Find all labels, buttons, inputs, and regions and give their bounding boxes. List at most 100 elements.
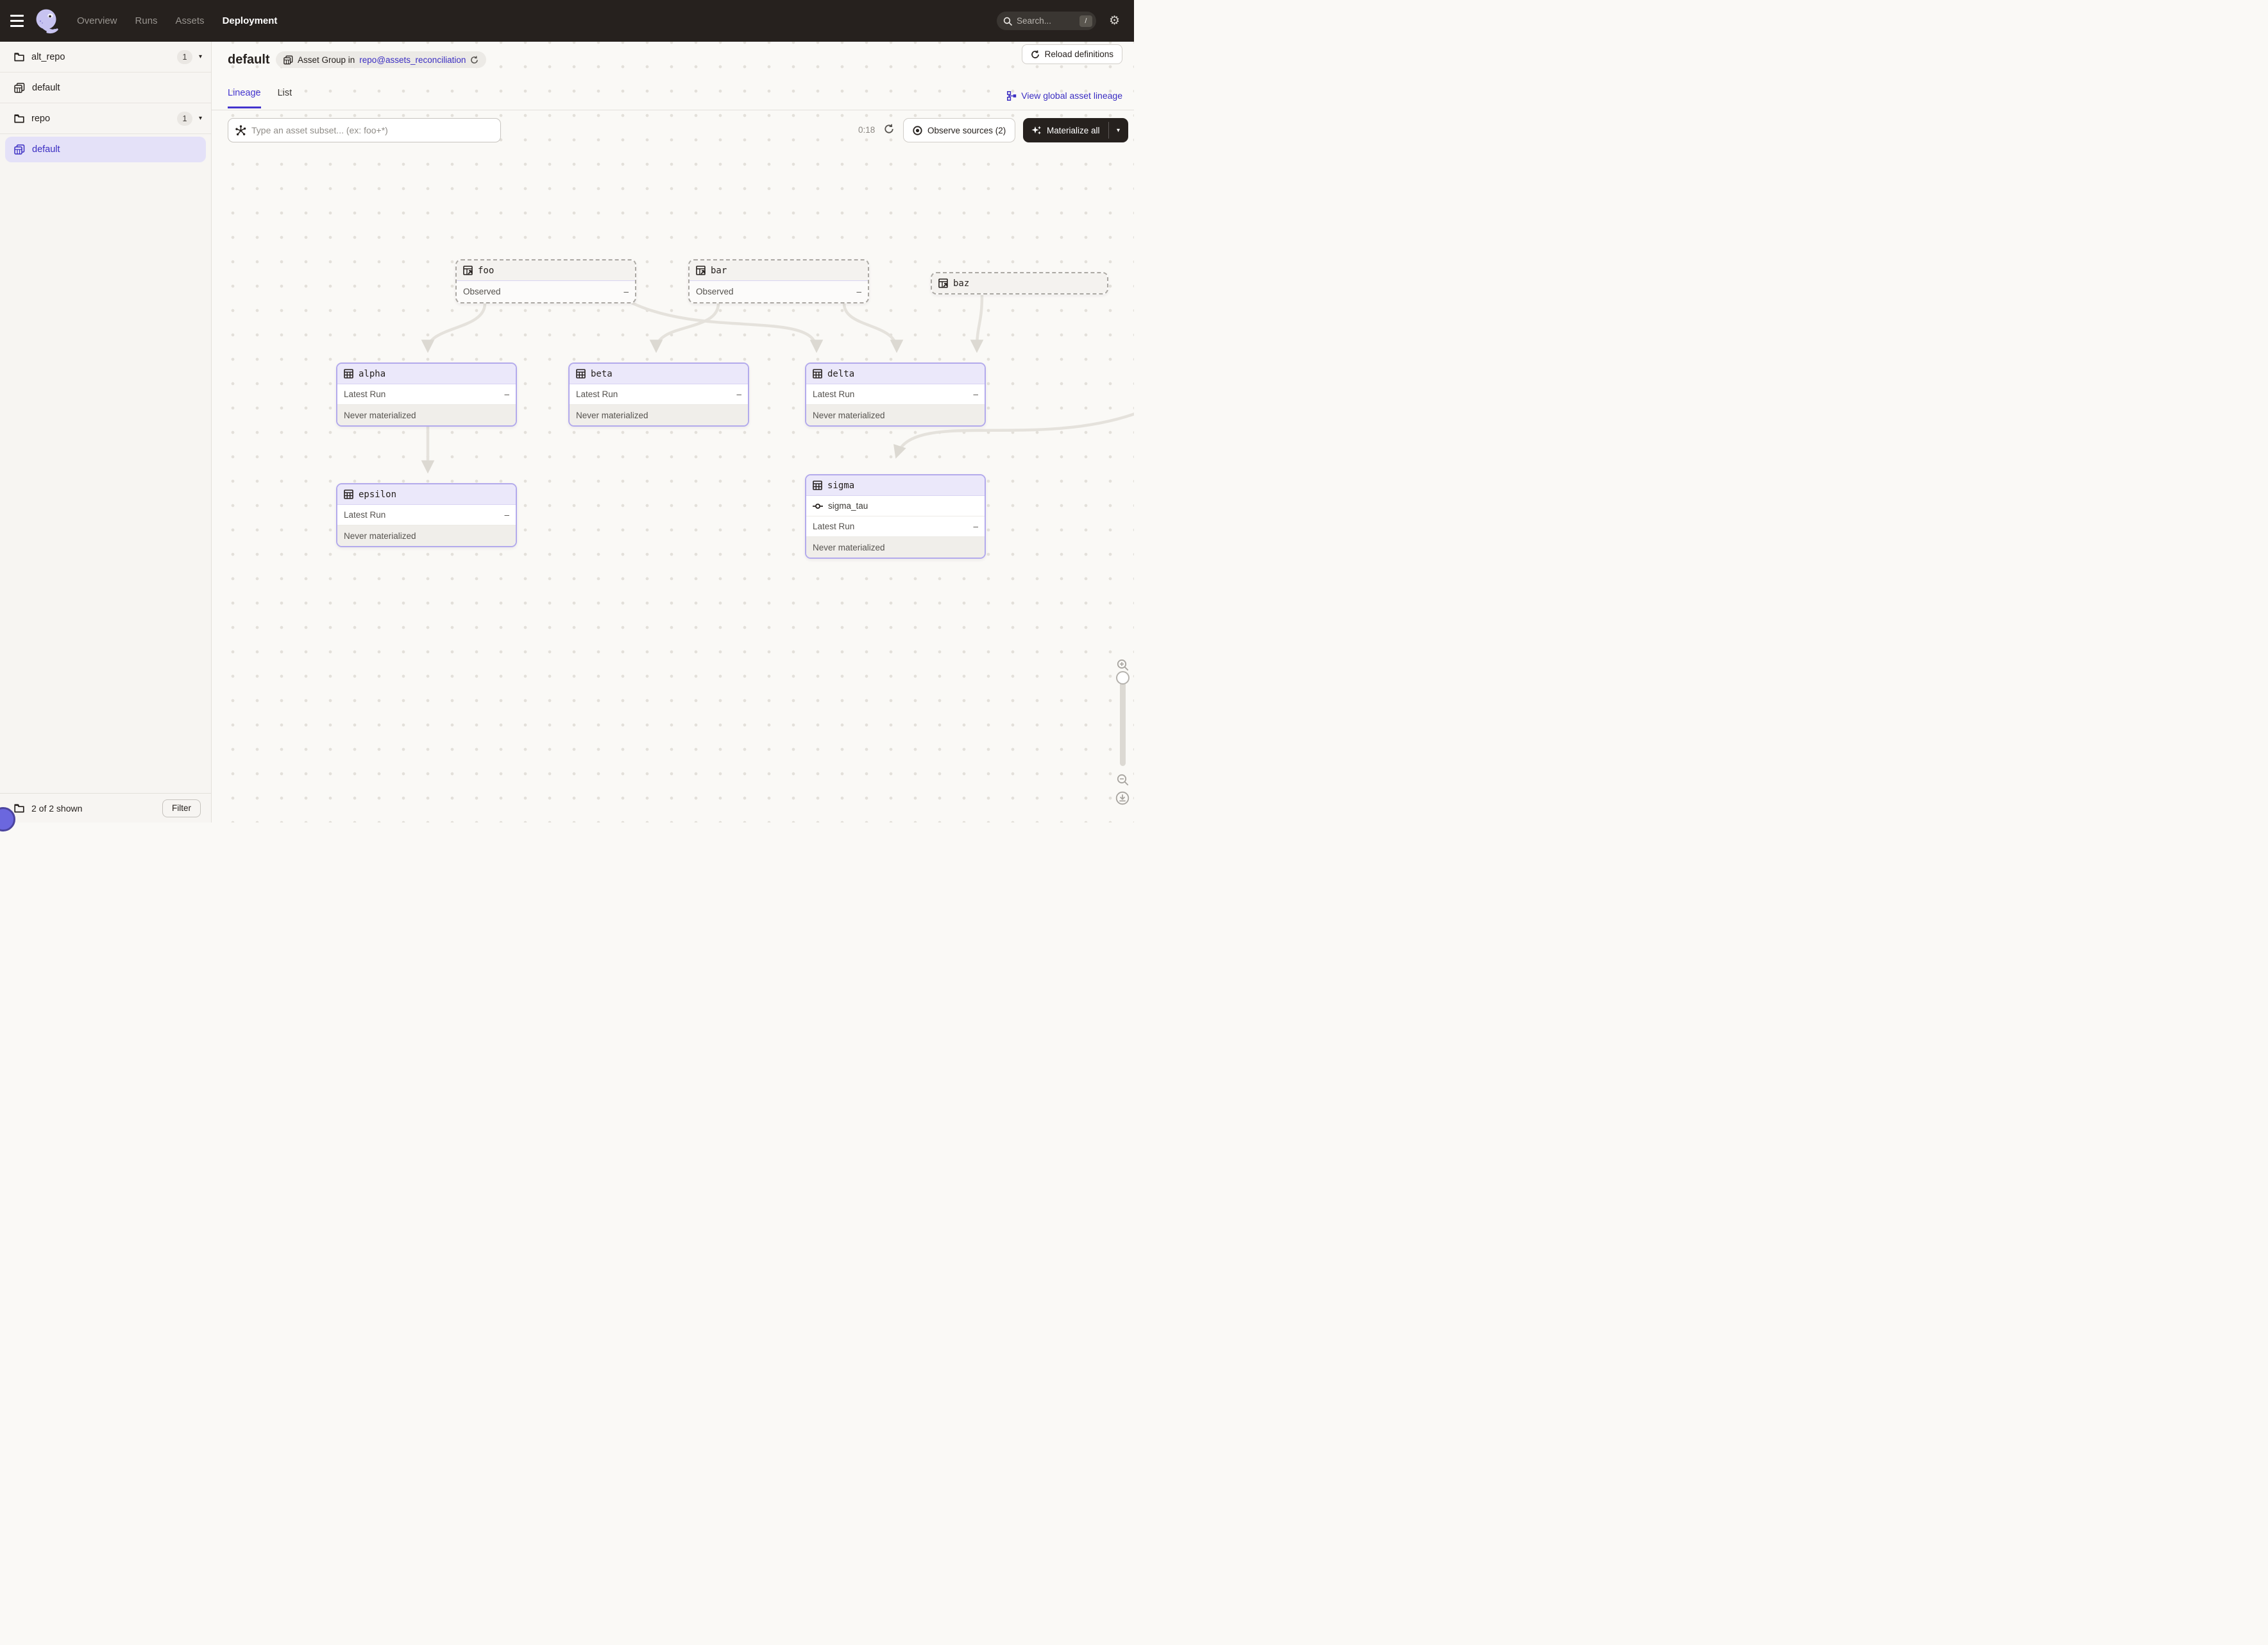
latest-run-value: – bbox=[504, 510, 509, 520]
materialization-status: Never materialized bbox=[570, 405, 748, 425]
nav-item-deployment[interactable]: Deployment bbox=[223, 15, 278, 26]
materialization-status: Never materialized bbox=[806, 537, 985, 558]
observed-value: – bbox=[856, 287, 861, 296]
asset-group-tag-prefix: Asset Group in bbox=[298, 55, 355, 65]
shown-count-label: 2 of 2 shown bbox=[31, 803, 162, 814]
edge-foo-delta bbox=[632, 303, 817, 350]
graph-zoom-controls bbox=[1114, 656, 1131, 808]
observed-label: Observed bbox=[696, 287, 734, 296]
materialization-status: Never materialized bbox=[337, 405, 516, 425]
sidebar-item-default-altrepo[interactable]: default bbox=[0, 72, 211, 103]
tab-list[interactable]: List bbox=[278, 88, 292, 108]
materialize-all-main[interactable]: Materialize all bbox=[1023, 118, 1108, 142]
observe-eye-icon bbox=[913, 126, 922, 135]
asset-count-badge: 1 bbox=[177, 50, 192, 64]
observe-sources-button[interactable]: Observe sources (2) bbox=[903, 118, 1015, 142]
table-asset-icon bbox=[813, 481, 822, 490]
refresh-icon[interactable] bbox=[470, 56, 478, 64]
lineage-graph-icon bbox=[1007, 91, 1017, 101]
nav-links: Overview Runs Assets Deployment bbox=[77, 15, 277, 26]
zoom-out-icon[interactable] bbox=[1117, 774, 1129, 786]
latest-run-label: Latest Run bbox=[813, 389, 854, 399]
asset-subset-input[interactable]: Type an asset subset... (ex: foo+*) bbox=[228, 118, 501, 142]
settings-gear-icon[interactable]: ⚙ bbox=[1109, 15, 1120, 27]
code-location-sidebar: alt_repo 1 ▾ default repo 1 ▾ default bbox=[0, 42, 212, 822]
asset-group-tag: Asset Group in repo@assets_reconciliatio… bbox=[276, 51, 486, 68]
table-asset-icon bbox=[344, 369, 353, 379]
observed-value: – bbox=[623, 287, 629, 296]
latest-run-value: – bbox=[504, 389, 509, 399]
hamburger-menu-icon[interactable] bbox=[0, 0, 30, 42]
tab-lineage[interactable]: Lineage bbox=[228, 88, 261, 108]
source-asset-icon bbox=[463, 266, 473, 275]
zoom-in-icon[interactable] bbox=[1117, 659, 1129, 671]
source-asset-icon bbox=[938, 278, 948, 288]
repo-location-link[interactable]: repo@assets_reconciliation bbox=[359, 55, 466, 65]
search-shortcut-key: / bbox=[1079, 15, 1092, 27]
folder-icon bbox=[14, 114, 24, 123]
nav-item-overview[interactable]: Overview bbox=[77, 15, 117, 26]
latest-run-label: Latest Run bbox=[576, 389, 618, 399]
sidebar-footer: 2 of 2 shown Filter bbox=[0, 793, 211, 822]
sidebar-item-default-repo-selected[interactable]: default bbox=[0, 134, 211, 165]
group-header: default Asset Group in repo@assets_recon… bbox=[212, 42, 1134, 110]
edge-foo-alpha bbox=[428, 303, 485, 350]
asset-node-beta[interactable]: beta Latest Run – Never materialized bbox=[568, 362, 749, 427]
edge-baz-delta bbox=[977, 295, 982, 350]
chevron-down-icon[interactable]: ▾ bbox=[199, 115, 202, 122]
materialization-status: Never materialized bbox=[337, 525, 516, 546]
asset-selection-icon bbox=[235, 125, 246, 136]
asset-group-icon bbox=[14, 83, 25, 93]
zoom-slider-track[interactable] bbox=[1120, 676, 1126, 766]
asset-check-label: sigma_tau bbox=[828, 501, 868, 511]
table-asset-icon bbox=[576, 369, 586, 379]
table-asset-icon bbox=[813, 369, 822, 379]
sidebar-item-repo[interactable]: repo 1 ▾ bbox=[0, 103, 211, 134]
asset-node-bar[interactable]: bar Observed – bbox=[688, 259, 869, 303]
sidebar-item-alt-repo[interactable]: alt_repo 1 ▾ bbox=[0, 42, 211, 72]
asset-group-icon bbox=[14, 144, 25, 155]
materialize-options-caret[interactable]: ▾ bbox=[1109, 118, 1128, 142]
asset-node-baz[interactable]: baz bbox=[931, 272, 1108, 294]
asset-check-icon bbox=[813, 503, 823, 509]
edge-bar-beta bbox=[656, 303, 718, 350]
asset-node-alpha[interactable]: alpha Latest Run – Never materialized bbox=[336, 362, 517, 427]
asset-check-row[interactable]: sigma_tau bbox=[806, 496, 985, 516]
filter-button[interactable]: Filter bbox=[162, 799, 201, 817]
asset-node-sigma[interactable]: sigma sigma_tau Latest Run – Never mater… bbox=[805, 474, 986, 559]
reload-definitions-button[interactable]: Reload definitions bbox=[1022, 44, 1122, 64]
search-input[interactable]: Search... / bbox=[997, 12, 1096, 30]
view-tabs: Lineage List bbox=[228, 88, 292, 108]
folder-icon bbox=[14, 804, 24, 813]
view-global-asset-lineage-link[interactable]: View global asset lineage bbox=[1007, 90, 1122, 101]
refresh-icon bbox=[1031, 50, 1040, 59]
latest-run-label: Latest Run bbox=[344, 389, 385, 399]
source-asset-icon bbox=[696, 266, 706, 275]
chevron-down-icon[interactable]: ▾ bbox=[199, 53, 202, 60]
refresh-countdown: 0:18 bbox=[858, 125, 875, 135]
nav-item-assets[interactable]: Assets bbox=[176, 15, 205, 26]
latest-run-value: – bbox=[736, 389, 741, 399]
asset-lineage-main: default Asset Group in repo@assets_recon… bbox=[212, 42, 1134, 822]
table-asset-icon bbox=[344, 490, 353, 499]
materialization-status: Never materialized bbox=[806, 405, 985, 425]
asset-node-epsilon[interactable]: epsilon Latest Run – Never materialized bbox=[336, 483, 517, 547]
latest-run-value: – bbox=[973, 389, 978, 399]
latest-run-label: Latest Run bbox=[813, 522, 854, 531]
folder-icon bbox=[14, 53, 24, 62]
asset-subset-placeholder: Type an asset subset... (ex: foo+*) bbox=[251, 125, 388, 135]
asset-node-delta[interactable]: delta Latest Run – Never materialized bbox=[805, 362, 986, 427]
page-title: default bbox=[228, 53, 270, 67]
recenter-download-icon[interactable] bbox=[1115, 791, 1130, 805]
materialize-all-button[interactable]: Materialize all ▾ bbox=[1023, 118, 1128, 142]
asset-node-foo[interactable]: foo Observed – bbox=[455, 259, 636, 303]
latest-run-label: Latest Run bbox=[344, 510, 385, 520]
refresh-icon[interactable] bbox=[884, 124, 894, 134]
zoom-slider-handle[interactable] bbox=[1116, 671, 1130, 685]
dagster-logo[interactable] bbox=[33, 7, 62, 35]
lineage-edges bbox=[212, 42, 1134, 822]
nav-item-runs[interactable]: Runs bbox=[135, 15, 158, 26]
asset-count-badge: 1 bbox=[177, 112, 192, 126]
edge-bar-delta bbox=[844, 303, 897, 350]
search-icon bbox=[1003, 17, 1012, 26]
